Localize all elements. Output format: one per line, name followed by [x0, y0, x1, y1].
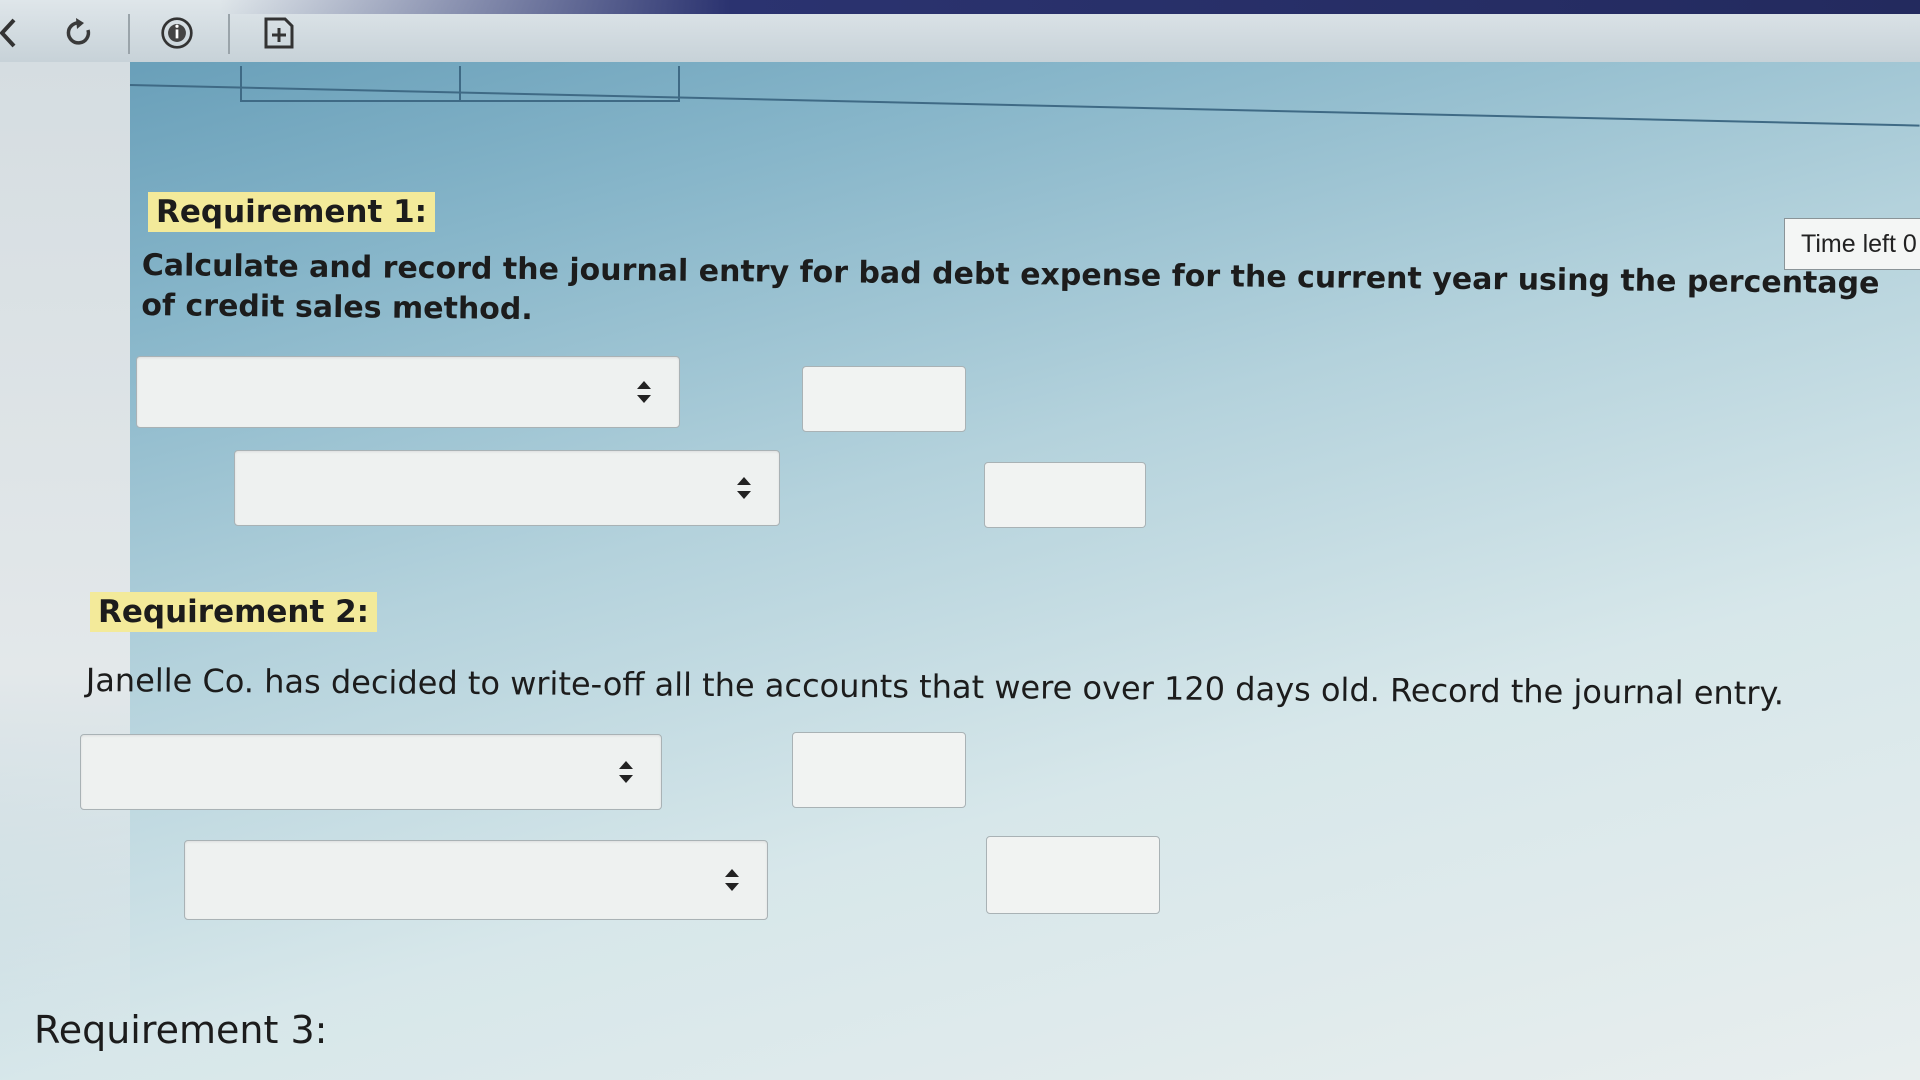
amount-input[interactable]: [984, 462, 1146, 528]
requirement-2-heading: Requirement 2:: [90, 592, 378, 632]
amount-input[interactable]: [792, 732, 966, 808]
left-gutter: [0, 62, 130, 1080]
back-chevron-icon[interactable]: [0, 16, 24, 50]
select-arrows-icon: [725, 869, 739, 891]
content-divider: [129, 84, 1920, 127]
requirement-3-heading: Requirement 3:: [34, 1008, 328, 1052]
account-select[interactable]: [184, 840, 768, 920]
time-left-badge: Time left 0: [1784, 218, 1920, 270]
refresh-icon[interactable]: [62, 16, 96, 50]
select-arrows-icon: [737, 477, 751, 499]
info-icon[interactable]: [160, 16, 194, 50]
select-arrows-icon: [619, 761, 633, 783]
top-toolbar: [0, 0, 1920, 62]
toolbar-divider: [128, 14, 130, 54]
requirement-2-instruction: Janelle Co. has decided to write-off all…: [85, 660, 1785, 713]
time-left-label: Time left 0: [1801, 229, 1917, 258]
requirement-1-instruction: Calculate and record the journal entry f…: [141, 247, 1880, 328]
add-note-icon[interactable]: [262, 16, 296, 50]
select-arrows-icon: [637, 381, 651, 403]
requirement-1-heading: Requirement 1:: [148, 192, 436, 232]
account-select[interactable]: [234, 450, 780, 526]
amount-input[interactable]: [986, 836, 1160, 914]
amount-input[interactable]: [802, 366, 966, 432]
account-select[interactable]: [136, 356, 680, 428]
tab[interactable]: [242, 66, 461, 100]
toolbar-divider: [228, 14, 230, 54]
title-bar-strip: [220, 0, 1920, 14]
account-select[interactable]: [80, 734, 662, 810]
